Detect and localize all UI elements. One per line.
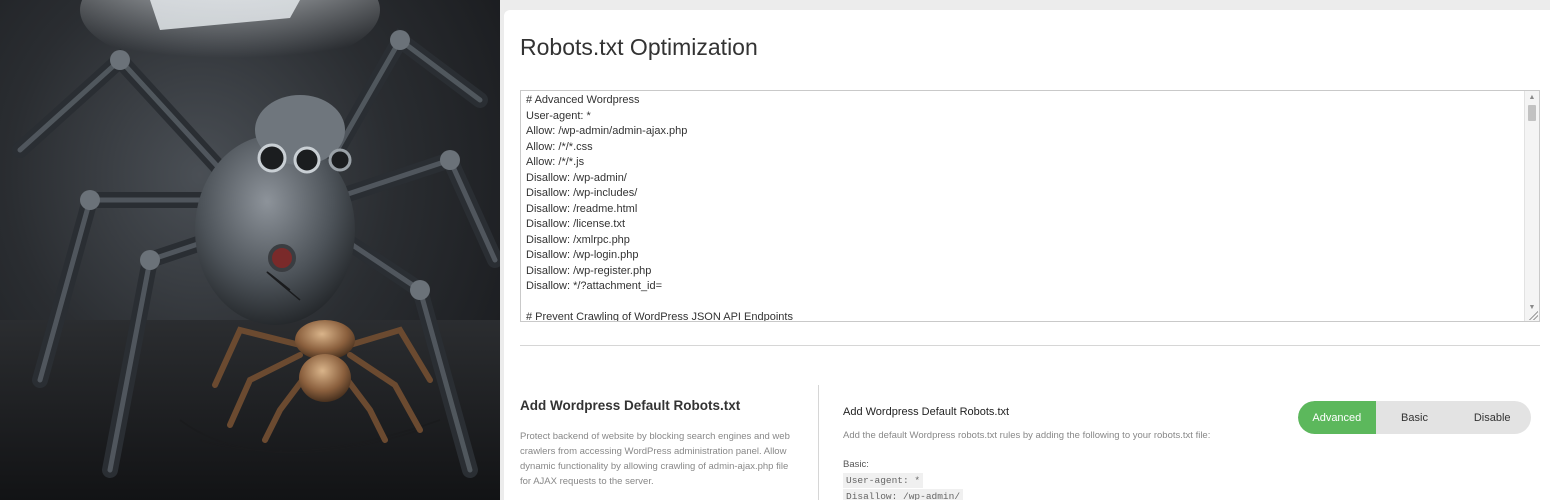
basic-label: Basic: <box>843 459 869 470</box>
section-heading: Add Wordpress Default Robots.txt <box>520 398 741 413</box>
toggle-option-disable[interactable]: Disable <box>1453 401 1531 434</box>
code-line: User-agent: * <box>843 473 924 488</box>
robots-txt-line: Disallow: /license.txt <box>526 218 626 230</box>
robot-spider-illustration <box>0 0 500 500</box>
robots-txt-line: Disallow: /wp-admin/ <box>526 171 627 184</box>
robots-txt-line: Disallow: /wp-includes/ <box>526 187 638 199</box>
robots-txt-line <box>526 295 1521 311</box>
section-intro: Add Wordpress Default Robots.txt Protect… <box>520 398 800 489</box>
option-title: Add Wordpress Default Robots.txt <box>843 406 1010 418</box>
robots-txt-line: # Prevent Crawling of WordPress JSON API… <box>526 311 793 322</box>
robots-txt-line: Disallow: /readme.html <box>526 202 638 215</box>
column-separator <box>818 385 819 500</box>
robots-txt-line: Disallow: */?attachment_id= <box>526 280 663 292</box>
robots-txt-line: Allow: /*/*.css <box>526 140 593 153</box>
textarea-scrollbar[interactable]: ▲ ▼ <box>1524 91 1539 321</box>
basic-code-block: User-agent: * Disallow: /wp-admin/ <box>843 473 1283 500</box>
scroll-up-arrow-icon[interactable]: ▲ <box>1525 91 1539 105</box>
robots-mode-toggle[interactable]: Advanced Basic Disable <box>1298 401 1531 434</box>
settings-panel: Robots.txt Optimization # Advanced Wordp… <box>504 10 1550 500</box>
robots-txt-content: # Advanced Wordpress User-agent: * Allow: … <box>526 93 1521 322</box>
option-description: Add the default Wordpress robots.txt rul… <box>843 430 1211 441</box>
hero-illustration <box>0 0 500 500</box>
robots-txt-line: Allow: /wp-admin/admin-ajax.php <box>526 125 688 137</box>
code-line: Disallow: /wp-admin/ <box>843 489 964 500</box>
toggle-option-advanced[interactable]: Advanced <box>1298 401 1376 434</box>
robots-txt-line: # Advanced Wordpress <box>526 94 640 106</box>
toggle-option-basic[interactable]: Basic <box>1376 401 1454 434</box>
robots-txt-line: Disallow: /wp-register.php <box>526 264 652 277</box>
robots-txt-line: Allow: /*/*.js <box>526 156 585 168</box>
option-detail: Add Wordpress Default Robots.txt Add the… <box>843 406 1283 500</box>
section-divider <box>520 345 1540 346</box>
section-description: Protect backend of website by blocking s… <box>520 431 790 487</box>
robots-txt-line: User-agent: * <box>526 109 591 122</box>
page-title: Robots.txt Optimization <box>520 34 758 60</box>
scroll-thumb[interactable] <box>1528 105 1536 121</box>
resize-grip-icon[interactable] <box>1528 310 1538 320</box>
robots-txt-textarea[interactable]: # Advanced Wordpress User-agent: * Allow: … <box>520 90 1540 322</box>
robots-txt-line: Disallow: /wp-login.php <box>526 249 639 261</box>
robots-txt-line: Disallow: /xmlrpc.php <box>526 233 630 246</box>
